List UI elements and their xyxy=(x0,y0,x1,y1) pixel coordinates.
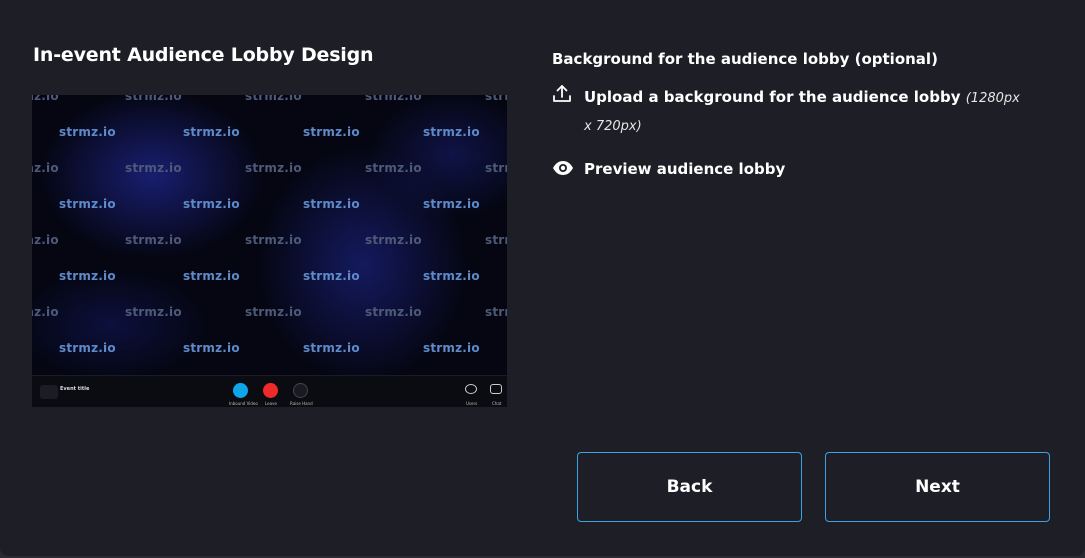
lobby-preview-image: strmz.io strmz.io strmz.io strmz.io strmz.io… xyxy=(32,95,507,407)
users-label: Users xyxy=(466,401,478,406)
watermark-text: strmz.io xyxy=(423,341,480,355)
lobby-design-panel: In-event Audience Lobby Design strmz.ios… xyxy=(0,0,1085,556)
watermark-text: strmz.io xyxy=(59,125,116,139)
watermark-text: strmz.io xyxy=(365,95,422,103)
upload-text[interactable]: Upload a background for the audience lob… xyxy=(584,84,1024,140)
watermark-text: strmz.io xyxy=(245,233,302,247)
watermark-text: strmz.io xyxy=(303,341,360,355)
watermark-text: strmz.io xyxy=(245,161,302,175)
preview-label: Preview audience lobby xyxy=(584,160,786,178)
watermark-text: strmz.io xyxy=(59,269,116,283)
watermark-text: strmz.io xyxy=(183,269,240,283)
watermark-text: strmz.io xyxy=(125,161,182,175)
back-button[interactable]: Back xyxy=(577,452,802,522)
eye-icon xyxy=(552,160,574,180)
watermark-text: strmz.io xyxy=(59,341,116,355)
video-button-icon xyxy=(233,383,248,398)
watermark-text: strmz.io xyxy=(485,95,507,103)
watermark-text: strmz.io xyxy=(365,305,422,319)
lobby-preview-control-bar: Event title Inbound Video Leave Raise Ha… xyxy=(32,375,507,407)
raise-hand-icon xyxy=(293,383,308,398)
watermark-text: strmz.io xyxy=(59,197,116,211)
watermark-text: strmz.io xyxy=(423,197,480,211)
watermark-text: strmz.io xyxy=(32,233,59,247)
next-button[interactable]: Next xyxy=(825,452,1050,522)
watermark-text: strmz.io xyxy=(365,161,422,175)
watermark-text: strmz.io xyxy=(303,269,360,283)
event-logo xyxy=(40,385,58,399)
watermark-text: strmz.io xyxy=(423,125,480,139)
upload-icon xyxy=(552,84,572,108)
watermark-text: strmz.io xyxy=(183,341,240,355)
watermark-text: strmz.io xyxy=(485,305,507,319)
video-label: Inbound Video xyxy=(229,401,258,406)
users-icon xyxy=(465,384,477,394)
leave-button-icon xyxy=(263,383,278,398)
watermark-text: strmz.io xyxy=(125,233,182,247)
leave-label: Leave xyxy=(265,401,277,406)
chat-label: Chat xyxy=(492,401,502,406)
watermark-text: strmz.io xyxy=(183,197,240,211)
watermark-text: strmz.io xyxy=(183,125,240,139)
raise-hand-label: Raise Hand xyxy=(290,401,313,406)
page-title: In-event Audience Lobby Design xyxy=(33,44,374,66)
watermark-text: strmz.io xyxy=(125,95,182,103)
watermark-text: strmz.io xyxy=(423,269,480,283)
watermark-text: strmz.io xyxy=(32,305,59,319)
watermark-text: strmz.io xyxy=(365,233,422,247)
watermark-text: strmz.io xyxy=(485,233,507,247)
upload-label: Upload a background for the audience lob… xyxy=(584,88,961,106)
watermark-text: strmz.io xyxy=(303,125,360,139)
event-title: Event title xyxy=(60,386,90,392)
watermark-text: strmz.io xyxy=(485,161,507,175)
watermark-text: strmz.io xyxy=(245,95,302,103)
watermark-text: strmz.io xyxy=(32,161,59,175)
watermark-text: strmz.io xyxy=(245,305,302,319)
background-section-heading: Background for the audience lobby (optio… xyxy=(552,50,938,68)
watermark-text: strmz.io xyxy=(32,95,59,103)
watermark-text: strmz.io xyxy=(303,197,360,211)
watermark-text: strmz.io xyxy=(125,305,182,319)
chat-icon xyxy=(490,384,502,394)
